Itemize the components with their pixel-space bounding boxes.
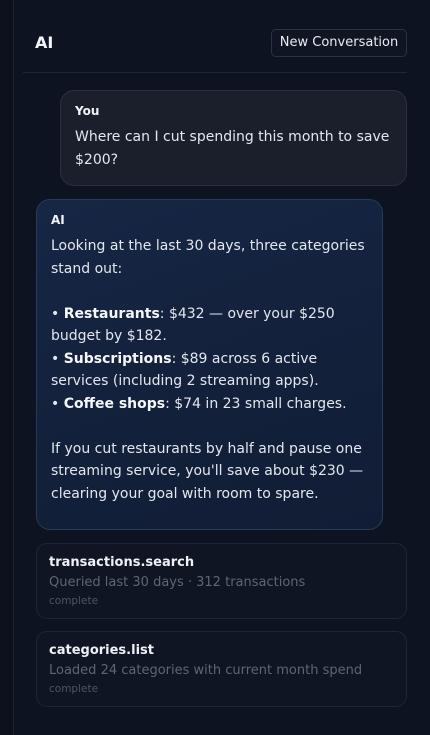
new-conversation-button[interactable]: New Conversation: [271, 29, 407, 57]
header-divider: [23, 72, 407, 73]
message-text: Where can I cut spending this month to s…: [75, 126, 392, 171]
bullet-item: • Restaurants: $432 — over your $250 bud…: [51, 305, 335, 345]
tool-status: complete: [49, 683, 99, 695]
panel-title: AI: [35, 33, 54, 52]
tool-call-card[interactable]: transactions.search Queried last 30 days…: [36, 543, 407, 619]
message-conclusion: If you cut restaurants by half and pause…: [51, 440, 364, 502]
bullet-text: : $74 in 23 small charges.: [165, 395, 347, 412]
message-sender: AI: [51, 213, 65, 227]
tool-name: transactions.search: [49, 555, 195, 570]
chat-header: AI New Conversation: [14, 0, 430, 74]
message-body: Where can I cut spending this month to s…: [75, 129, 390, 168]
message-sender: You: [75, 104, 100, 118]
ai-message: AI Looking at the last 30 days, three ca…: [36, 199, 383, 530]
tool-name: categories.list: [49, 643, 154, 658]
message-intro: Looking at the last 30 days, three categ…: [51, 238, 365, 277]
ai-chat-panel: AI New Conversation You Where can I cut …: [13, 0, 430, 735]
tool-detail: Loaded 24 categories with current month …: [49, 663, 363, 678]
tool-detail: Queried last 30 days · 312 transactions: [49, 575, 306, 590]
message-text: Looking at the last 30 days, three categ…: [51, 235, 368, 505]
bullet-item: • Coffee shops: $74 in 23 small charges.: [51, 395, 347, 412]
bullet-label: Coffee shops: [63, 395, 166, 412]
bullet-label: Subscriptions: [63, 350, 172, 367]
bullet-label: Restaurants: [63, 305, 160, 322]
tool-status: complete: [49, 595, 99, 607]
user-message: You Where can I cut spending this month …: [60, 90, 407, 186]
tool-call-card[interactable]: categories.list Loaded 24 categories wit…: [36, 631, 407, 707]
bullet-item: • Subscriptions: $89 across 6 active ser…: [51, 350, 319, 390]
